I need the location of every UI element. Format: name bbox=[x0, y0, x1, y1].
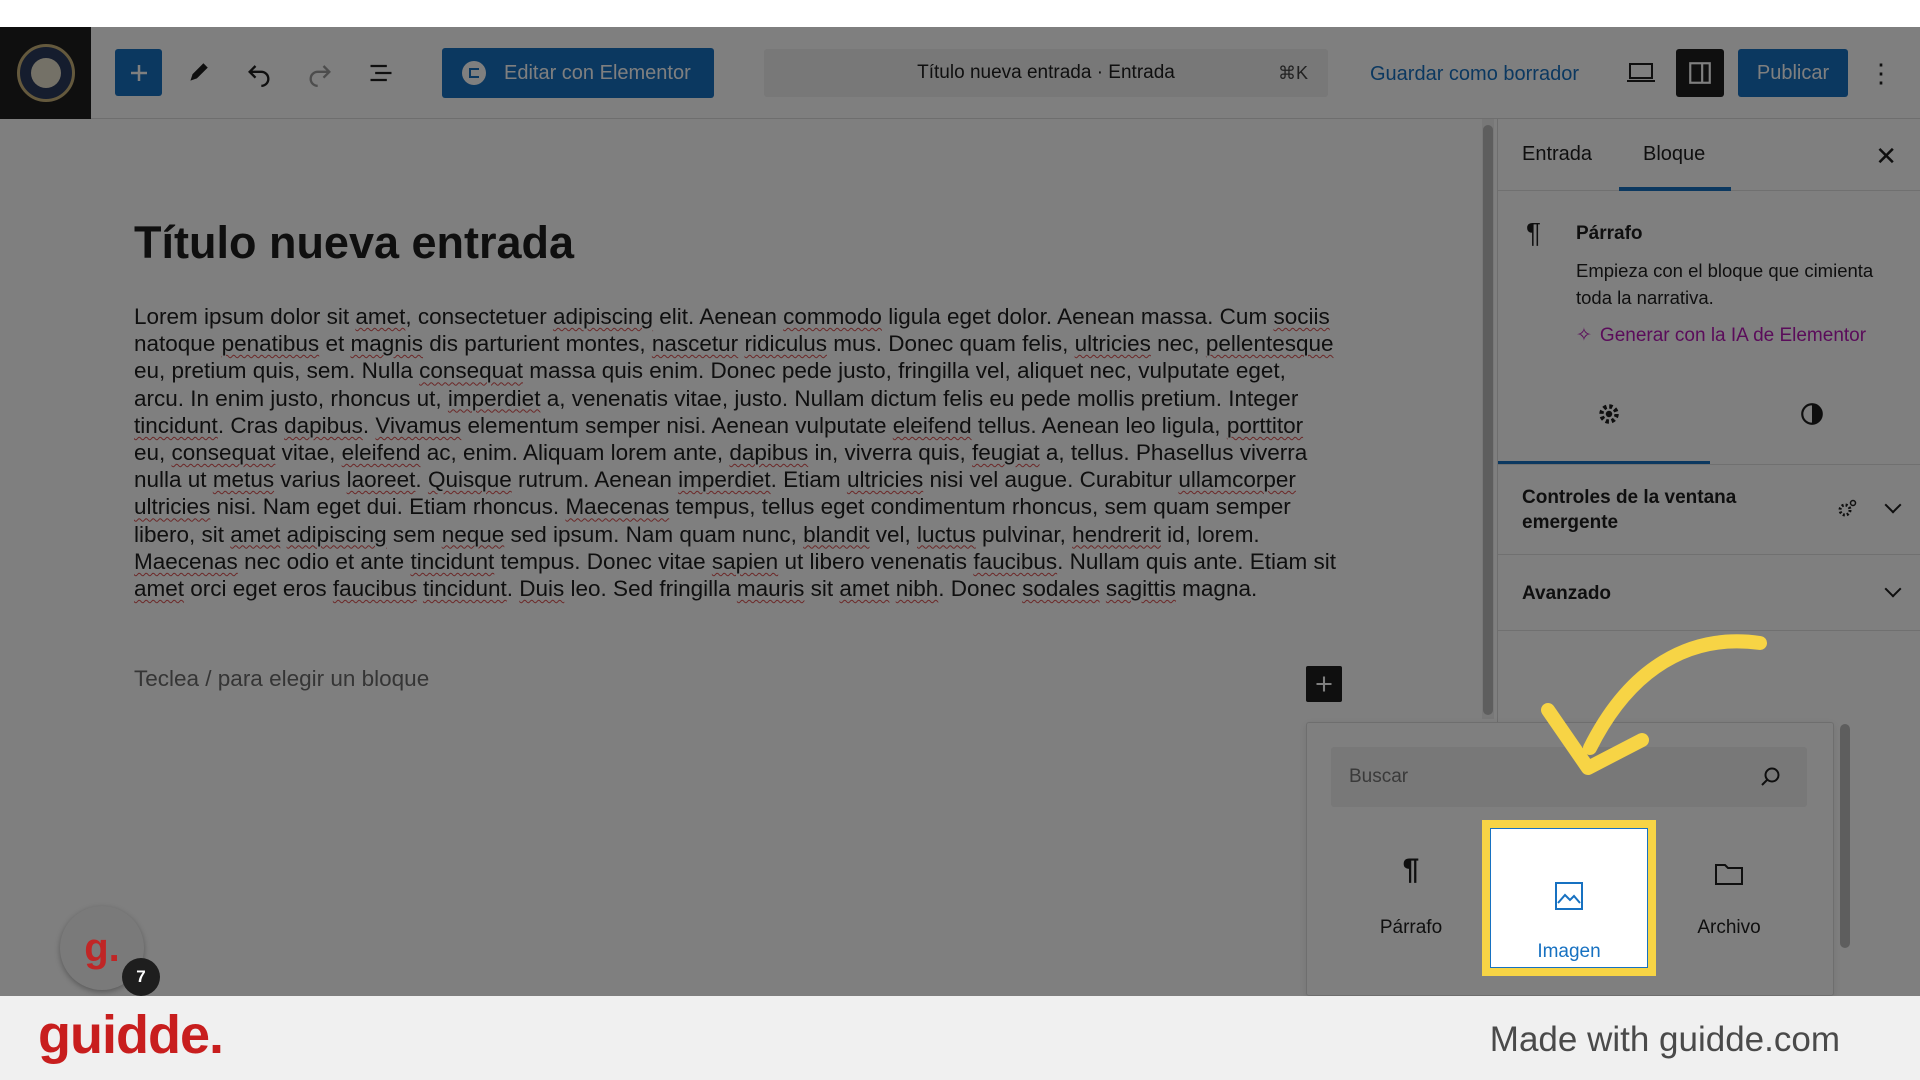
desktop-icon bbox=[1627, 63, 1655, 82]
save-draft-link[interactable]: Guardar como borrador bbox=[1370, 63, 1579, 86]
tools-button[interactable] bbox=[174, 49, 221, 96]
inserter-item-file[interactable]: Archivo bbox=[1649, 831, 1809, 971]
guidde-footer: guidde. Made with guidde.com bbox=[0, 996, 1920, 1080]
tab-entrada[interactable]: Entrada bbox=[1522, 143, 1592, 166]
panel-title: Controles de la ventana emergente bbox=[1522, 487, 1737, 533]
redo-button[interactable] bbox=[296, 49, 343, 96]
undo-icon bbox=[247, 64, 269, 87]
styles-tab[interactable] bbox=[1782, 401, 1842, 427]
settings-cog-icon bbox=[1838, 499, 1857, 517]
highlight-frame bbox=[1482, 820, 1656, 976]
inline-inserter-button[interactable] bbox=[1306, 666, 1342, 702]
step-count-badge: 7 bbox=[122, 958, 160, 996]
undo-button[interactable] bbox=[235, 49, 282, 96]
document-title-bar[interactable]: Título nueva entrada · Entrada ⌘K bbox=[764, 49, 1328, 97]
chevron-down-icon bbox=[1884, 580, 1902, 598]
elementor-icon bbox=[462, 61, 486, 85]
close-sidebar-button[interactable]: ✕ bbox=[1875, 141, 1897, 172]
sidebar-icon bbox=[1689, 62, 1711, 84]
contrast-icon bbox=[1801, 403, 1823, 425]
sidebar-tabs: Entrada Bloque ✕ bbox=[1498, 119, 1920, 191]
inserter-item-paragraph[interactable]: ¶ Párrafo bbox=[1331, 831, 1491, 971]
inserter-item-label: Párrafo bbox=[1379, 917, 1443, 938]
generate-ai-label: Generar con la IA de Elementor bbox=[1599, 325, 1867, 346]
plus-icon bbox=[130, 64, 147, 81]
more-options-button[interactable]: ⋮ bbox=[1866, 49, 1896, 97]
empty-block-placeholder[interactable]: Teclea / para elegir un bloque bbox=[134, 666, 429, 692]
panel-popup-controls[interactable]: Controles de la ventana emergente bbox=[1498, 465, 1920, 555]
editor-scrollbar[interactable] bbox=[1482, 119, 1494, 719]
document-title: Título nueva entrada · Entrada bbox=[917, 62, 1175, 83]
list-view-icon bbox=[370, 64, 391, 81]
publish-button[interactable]: Publicar bbox=[1738, 49, 1848, 97]
block-settings-tabs bbox=[1498, 371, 1920, 465]
pencil-icon bbox=[189, 62, 208, 81]
tab-bloque[interactable]: Bloque bbox=[1643, 143, 1705, 166]
redo-icon bbox=[309, 64, 331, 87]
generate-ai-link[interactable]: ✧ Generar con la IA de Elementor bbox=[1576, 324, 1866, 347]
post-title[interactable]: Título nueva entrada bbox=[134, 217, 574, 269]
active-settings-indicator bbox=[1498, 461, 1710, 464]
top-strip bbox=[0, 0, 1920, 27]
settings-tab[interactable] bbox=[1579, 401, 1639, 427]
site-logo[interactable] bbox=[0, 27, 91, 119]
block-description: Empieza con el bloque que cimienta toda … bbox=[1576, 260, 1874, 308]
block-card: ¶ Párrafo Empieza con el bloque que cimi… bbox=[1498, 191, 1920, 371]
site-badge-icon bbox=[16, 44, 75, 102]
settings-sidebar-toggle[interactable] bbox=[1676, 49, 1724, 97]
command-shortcut: ⌘K bbox=[1277, 62, 1308, 83]
paragraph-icon: ¶ bbox=[1526, 217, 1542, 248]
preview-button[interactable] bbox=[1617, 49, 1665, 97]
guidde-logo: guidde. bbox=[38, 1005, 224, 1065]
block-title: Párrafo bbox=[1576, 223, 1643, 244]
edit-with-elementor-label: Editar con Elementor bbox=[504, 61, 691, 84]
paragraph-icon: ¶ bbox=[1402, 853, 1420, 886]
gear-icon bbox=[1599, 404, 1619, 424]
folder-icon bbox=[1714, 837, 1744, 887]
panel-title: Avanzado bbox=[1522, 583, 1612, 604]
plus-icon bbox=[1316, 676, 1332, 692]
paragraph-block[interactable]: Lorem ipsum dolor sit amet, consectetuer… bbox=[134, 303, 1339, 602]
sparkle-icon: ✧ bbox=[1576, 325, 1592, 346]
editor-toolbar: Editar con Elementor Título nueva entrad… bbox=[0, 27, 1920, 119]
guide-arrow-icon bbox=[1541, 634, 1767, 775]
edit-with-elementor-button[interactable]: Editar con Elementor bbox=[442, 48, 714, 98]
panel-avanzado[interactable]: Avanzado bbox=[1498, 555, 1920, 631]
document-overview-button[interactable] bbox=[357, 49, 404, 96]
chevron-down-icon bbox=[1884, 496, 1902, 514]
inserter-item-label: Archivo bbox=[1697, 917, 1761, 938]
block-inserter-toggle[interactable] bbox=[115, 49, 162, 96]
editor-canvas: Título nueva entrada Lorem ipsum dolor s… bbox=[0, 119, 1480, 996]
made-with-guidde: Made with guidde.com bbox=[1489, 1020, 1840, 1059]
inserter-scrollbar[interactable] bbox=[1840, 724, 1850, 948]
